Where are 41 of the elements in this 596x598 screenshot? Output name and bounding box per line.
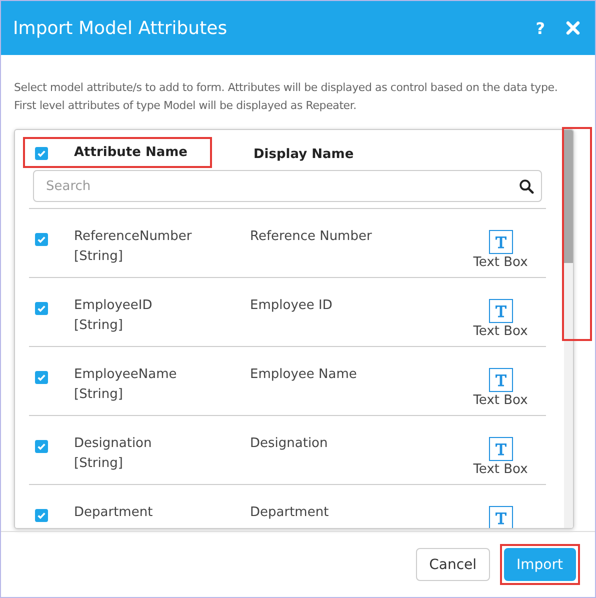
attribute-type: [String] — [74, 317, 124, 335]
row-checkbox[interactable] — [35, 302, 48, 315]
text-box-icon — [488, 506, 512, 528]
attribute-type: [String] — [74, 455, 124, 473]
row-checkbox[interactable] — [35, 440, 48, 453]
text-box-icon — [488, 368, 512, 392]
row-checkbox[interactable] — [35, 233, 48, 246]
control-type-label: Text Box — [473, 255, 528, 270]
attribute-name: Department — [74, 504, 154, 522]
column-header: Display Name — [254, 146, 354, 162]
attribute-name: EmployeeID — [74, 297, 154, 315]
description-text: Select model attribute/s to add to form. Attributes will be displayed as control based on the data type. First level attributes of type Model will be displayed as Repeater. — [14, 80, 559, 114]
attribute-type: [String] — [74, 248, 124, 266]
text-box-icon — [488, 437, 512, 461]
display-name: Employee ID — [250, 297, 334, 315]
close-icon[interactable] — [565, 20, 581, 36]
import-button[interactable]: Import — [504, 548, 576, 581]
text-box-icon — [488, 230, 512, 254]
display-name: Department — [250, 504, 330, 522]
display-name: Employee Name — [250, 366, 358, 384]
scrollbar-thumb[interactable] — [564, 130, 573, 263]
cancel-button[interactable]: Cancel — [416, 548, 490, 581]
help-button[interactable]: ? — [532, 18, 549, 38]
attribute-type: [String] — [74, 386, 124, 404]
row-checkbox[interactable] — [35, 371, 48, 384]
control-type-label: Text Box — [473, 462, 528, 477]
attribute-name: ReferenceNumber — [74, 228, 193, 246]
row-checkbox[interactable] — [35, 509, 48, 522]
search-field[interactable]: Search — [33, 170, 542, 202]
attribute-name: Designation — [74, 435, 153, 453]
select-all-checkbox[interactable] — [35, 146, 48, 160]
dialog-title: Import Model Attributes — [13, 18, 228, 38]
attribute-name: EmployeeName — [74, 366, 178, 384]
display-name: Designation — [250, 435, 329, 453]
scrollbar-track[interactable] — [564, 130, 573, 528]
search-icon[interactable] — [519, 179, 534, 194]
text-box-icon — [488, 299, 512, 323]
display-name: Reference Number — [250, 228, 373, 246]
column-header: Attribute Name — [74, 144, 188, 160]
control-type-label: Text Box — [473, 324, 528, 339]
control-type-label: Text Box — [473, 393, 528, 408]
